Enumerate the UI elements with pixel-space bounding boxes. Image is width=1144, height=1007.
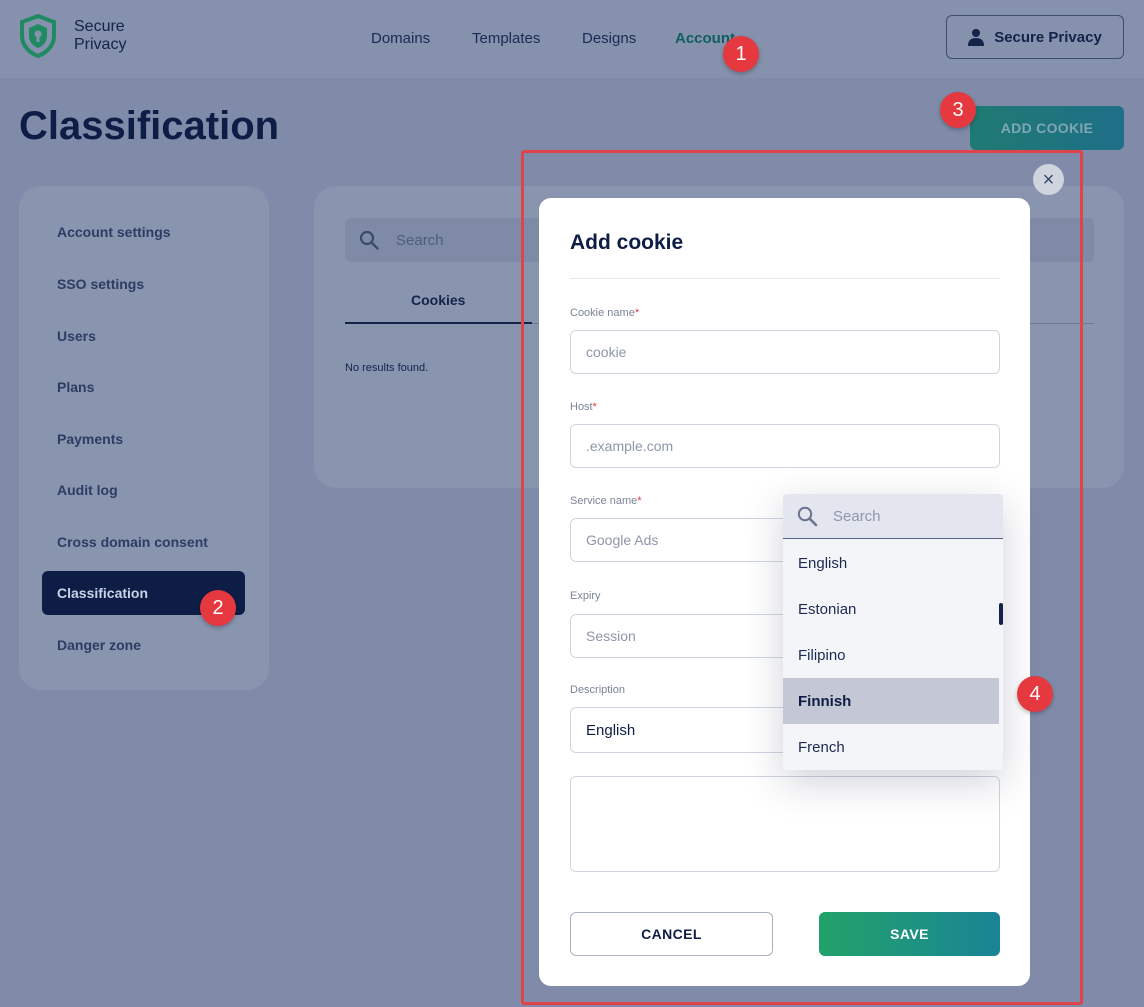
annotation-badge-1: 1 [723,36,759,72]
description-label: Description [570,684,626,696]
sidebar-item-cross-domain-consent[interactable]: Cross domain consent [57,534,208,550]
language-dropdown: Search English Estonian Filipino Finnish… [783,494,1003,770]
cookie-name-label-text: Cookie name [570,307,635,319]
user-button-label: Secure Privacy [994,28,1102,46]
dropdown-search-placeholder: Search [833,508,881,525]
description-language-value: English [586,721,636,739]
host-placeholder: .example.com [586,438,674,454]
modal-title: Add cookie [570,231,684,254]
dropdown-option-finnish[interactable]: Finnish [783,678,999,724]
option-label: Filipino [798,647,846,664]
dropdown-option-english[interactable]: English [783,540,999,586]
shield-logo-icon [20,14,56,58]
host-field[interactable]: .example.com [570,424,1000,468]
logo-line1: Secure [74,18,125,35]
dropdown-option-filipino[interactable]: Filipino [783,632,999,678]
sidebar-item-label: Classification [57,585,149,601]
tab-active-indicator [345,322,532,324]
dropdown-option-french[interactable]: French [783,724,999,770]
add-cookie-button[interactable]: ADD COOKIE [970,106,1124,150]
tab-cookies[interactable]: Cookies [411,292,465,308]
option-label: French [798,739,845,756]
service-name-label-text: Service name [570,495,638,507]
cookie-name-placeholder: cookie [586,344,627,360]
expiry-placeholder: Session [586,628,636,644]
close-icon: × [1042,168,1055,191]
logo-text: Secure Privacy [74,18,126,54]
sidebar-item-sso-settings[interactable]: SSO settings [57,276,144,292]
top-header: Secure Privacy Domains Templates Designs… [0,0,1144,78]
search-icon [359,230,379,250]
cookie-name-label: Cookie name* [570,307,639,319]
sidebar-item-audit-log[interactable]: Audit log [57,482,118,498]
close-modal-button[interactable]: × [1033,164,1064,195]
host-label: Host* [570,401,597,413]
logo[interactable]: Secure Privacy [18,14,126,58]
service-name-placeholder: Google Ads [586,532,659,548]
required-mark: * [634,307,640,319]
logo-line2: Privacy [74,36,127,53]
dropdown-scrollbar[interactable] [999,603,1003,625]
user-account-button[interactable]: Secure Privacy [946,15,1124,59]
annotation-badge-2: 2 [200,590,236,626]
cancel-button[interactable]: CANCEL [570,912,773,956]
nav-designs[interactable]: Designs [582,30,636,47]
search-placeholder: Search [396,232,444,249]
dropdown-search-input[interactable]: Search [783,494,1003,539]
empty-state-text: No results found. [345,362,429,374]
nav-templates[interactable]: Templates [472,30,540,47]
required-mark: * [592,401,597,413]
expiry-label: Expiry [570,590,601,602]
service-name-label: Service name* [570,495,642,507]
annotation-badge-3: 3 [940,92,976,128]
sidebar-item-payments[interactable]: Payments [57,431,123,447]
required-mark: * [637,495,642,507]
sidebar-item-users[interactable]: Users [57,328,96,344]
option-label: Estonian [798,601,857,618]
dropdown-option-estonian[interactable]: Estonian [783,586,999,632]
sidebar-item-danger-zone[interactable]: Danger zone [57,637,141,653]
sidebar-item-account-settings[interactable]: Account settings [57,224,171,240]
sidebar-item-plans[interactable]: Plans [57,379,94,395]
cookie-name-field[interactable]: cookie [570,330,1000,374]
search-icon [797,506,818,527]
host-label-text: Host [570,401,593,413]
option-label: Finnish [798,693,852,710]
user-icon [968,29,985,46]
page-title: Classification [19,104,280,148]
annotation-badge-4: 4 [1017,676,1053,712]
nav-domains[interactable]: Domains [371,30,430,47]
modal-divider [570,278,1000,279]
description-textarea[interactable] [570,776,1000,872]
option-label: English [798,555,848,572]
save-button[interactable]: SAVE [819,912,1000,956]
